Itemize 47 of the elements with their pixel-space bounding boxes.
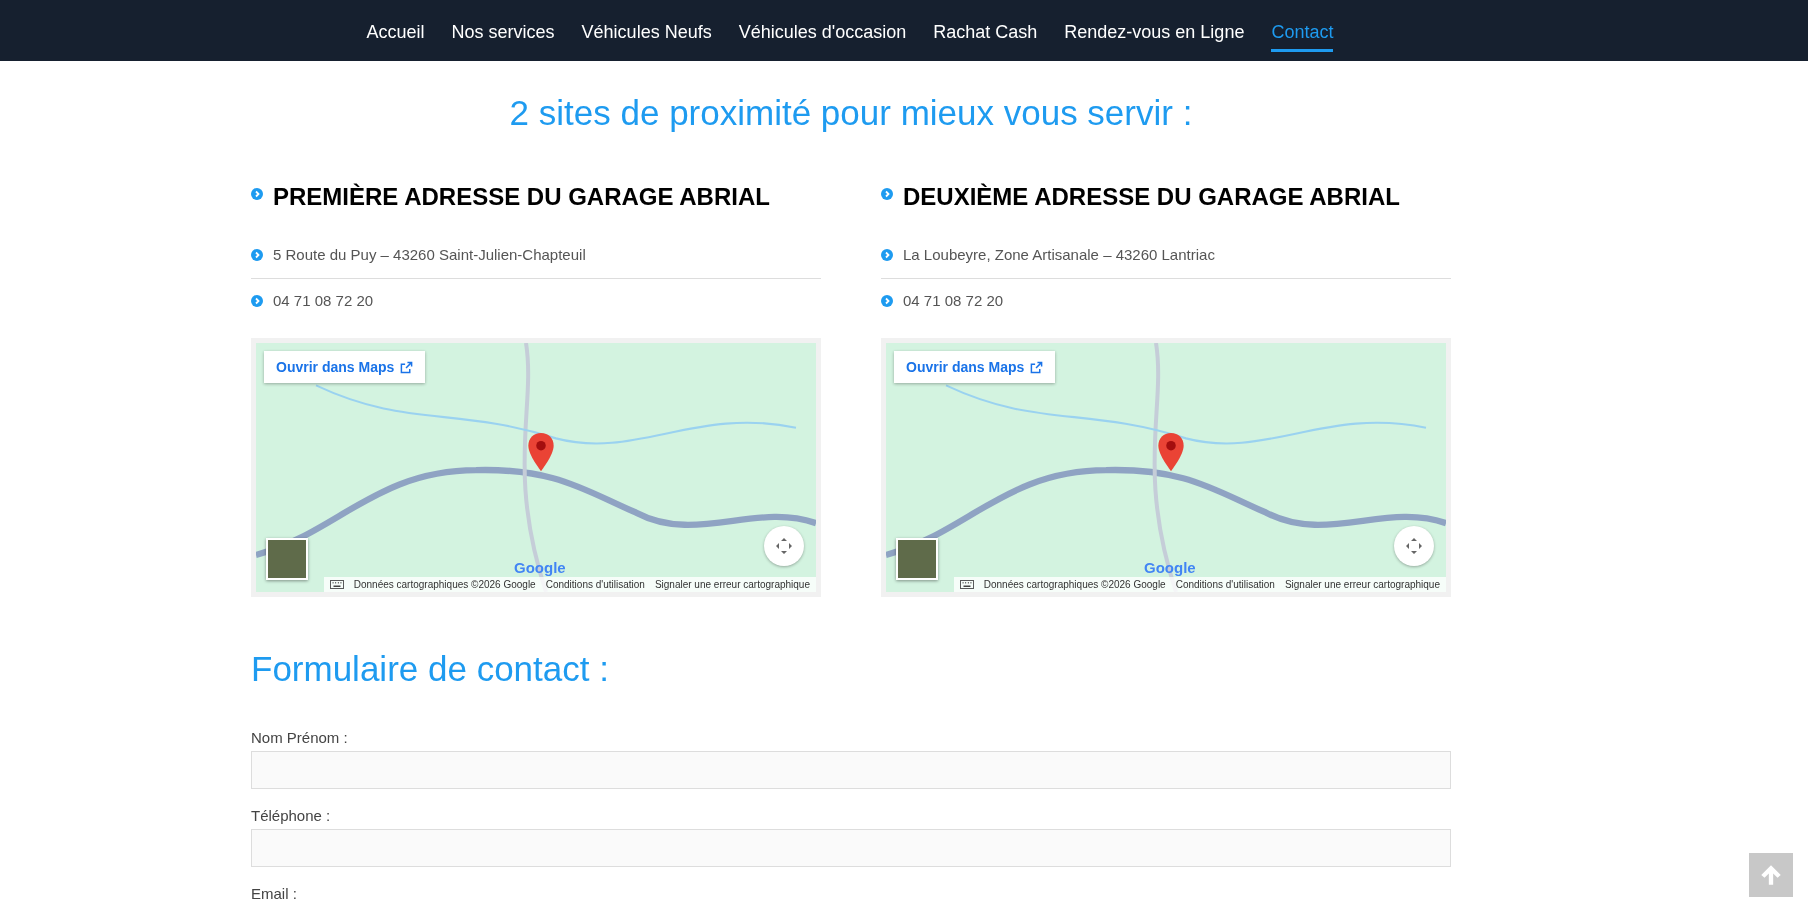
site-heading: PREMIÈRE ADRESSE DU GARAGE ABRIAL xyxy=(273,183,770,211)
nav-link[interactable]: Accueil xyxy=(366,15,425,52)
chevron-icon xyxy=(881,248,893,261)
fullscreen-icon xyxy=(1404,536,1424,556)
keyboard-icon[interactable] xyxy=(329,580,344,589)
satellite-layer-thumbnail[interactable] xyxy=(266,538,308,580)
external-link-icon xyxy=(1030,360,1044,374)
field-label: Nom Prénom : xyxy=(251,729,349,746)
address-text: 5 Route du Puy – 43260 Saint-Julien-Chapteuil xyxy=(273,246,586,263)
input-field[interactable] xyxy=(251,829,1451,867)
nav-link[interactable]: Contact xyxy=(1271,15,1334,52)
nav-link[interactable]: Véhicules d'occasion xyxy=(738,15,907,52)
map-attribution-link[interactable]: Signaler une erreur cartographique xyxy=(654,579,810,590)
back-to-top-button[interactable] xyxy=(1749,853,1793,897)
map-attribution-link[interactable]: Données cartographiques ©2026 Google xyxy=(353,579,536,590)
chevron-icon xyxy=(251,188,263,200)
open-in-maps-button[interactable]: Ouvrir dans Maps xyxy=(894,351,1056,383)
nav-link[interactable]: Véhicules Neufs xyxy=(581,15,712,52)
nav-link[interactable]: Nos services xyxy=(451,15,555,52)
fullscreen-icon xyxy=(774,536,794,556)
map-pin-icon xyxy=(528,433,554,471)
map-attribution-link[interactable]: Données cartographiques ©2026 Google xyxy=(983,579,1166,590)
open-in-maps-button[interactable]: Ouvrir dans Maps xyxy=(264,351,426,383)
map-attribution-link[interactable]: Signaler une erreur cartographique xyxy=(1284,579,1440,590)
address-text: La Loubeyre, Zone Artisanale – 43260 Lantriac xyxy=(903,246,1215,263)
map-pin-icon xyxy=(1158,433,1184,471)
keyboard-icon[interactable] xyxy=(959,580,974,589)
field-label: Email : xyxy=(251,885,298,902)
phone-text: 04 71 08 72 20 xyxy=(273,292,374,309)
nav-link[interactable]: Rachat Cash xyxy=(933,15,1038,52)
chevron-icon xyxy=(251,294,263,307)
input-field[interactable] xyxy=(251,751,1451,789)
site-heading: DEUXIÈME ADRESSE DU GARAGE ABRIAL xyxy=(903,183,1400,211)
satellite-layer-thumbnail[interactable] xyxy=(896,538,938,580)
chevron-icon xyxy=(881,294,893,307)
map-logo: Google xyxy=(1144,559,1196,576)
external-link-icon xyxy=(400,360,414,374)
nav-link[interactable]: Rendez-vous en Ligne xyxy=(1064,15,1245,52)
section-title: 2 sites de proximité pour mieux vous servir : xyxy=(508,93,1194,133)
form-title: Formulaire de contact : xyxy=(251,649,610,689)
map-attribution-link[interactable]: Conditions d'utilisation xyxy=(1175,579,1275,590)
map-logo: Google xyxy=(514,559,566,576)
phone-text: 04 71 08 72 20 xyxy=(903,292,1004,309)
map-attribution-link[interactable]: Conditions d'utilisation xyxy=(545,579,645,590)
field-label: Téléphone : xyxy=(251,807,332,824)
chevron-icon xyxy=(881,188,893,200)
chevron-icon xyxy=(251,248,263,261)
